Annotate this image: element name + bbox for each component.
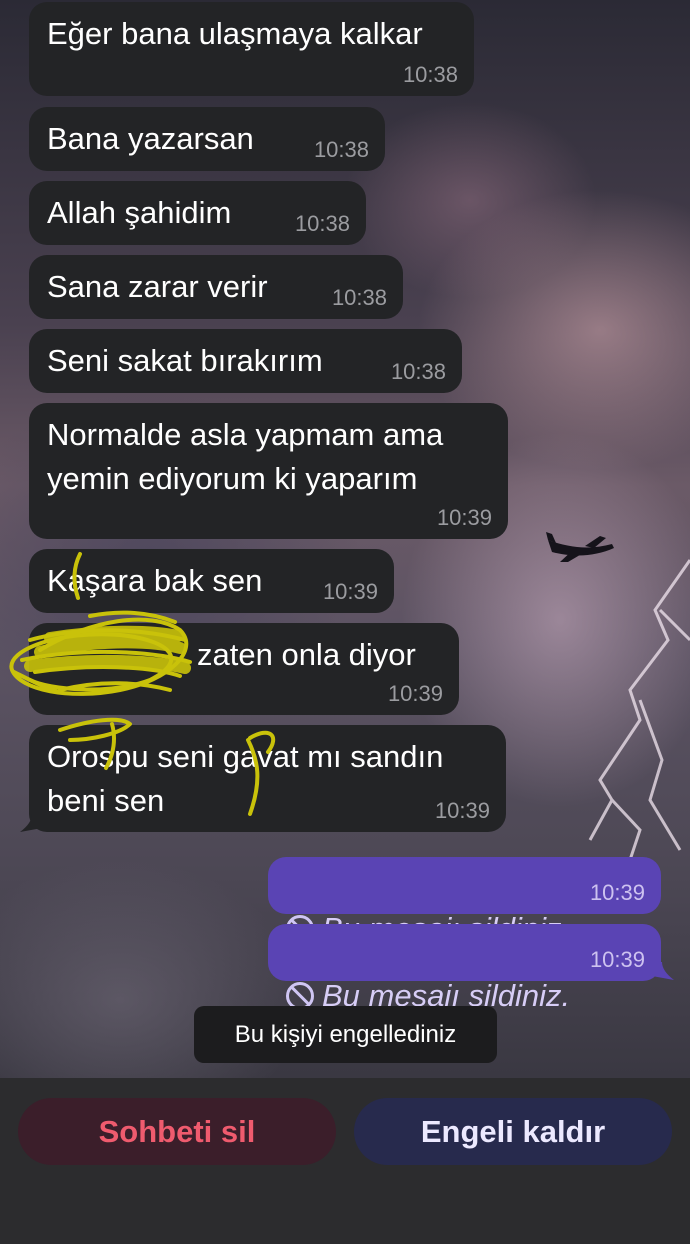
bubble-tail	[652, 962, 674, 980]
message-text: Eğer bana ulaşmaya kalkar	[47, 16, 423, 51]
message-time: 10:39	[436, 505, 492, 530]
incoming-message[interactable]: Eğer bana ulaşmaya kalkar 10:38	[29, 2, 474, 96]
blocked-notice: Bu kişiyi engellediniz	[194, 1006, 497, 1063]
message-time: 10:38	[294, 211, 350, 236]
message-time: 10:39	[322, 579, 378, 604]
message-time: 10:39	[387, 681, 443, 706]
incoming-message[interactable]: Kaşara bak sen 10:39	[29, 549, 394, 613]
incoming-message[interactable]: Orospu seni gavat mı sandın beni sen 10:…	[29, 725, 506, 832]
message-text: Seni sakat bırakırım	[47, 343, 323, 378]
bubble-tail	[20, 814, 38, 832]
message-time: 10:39	[589, 947, 645, 972]
outgoing-message[interactable]: Bu mesajı sildiniz. 10:39	[268, 857, 661, 946]
message-time: 10:38	[313, 137, 369, 162]
message-time: 10:38	[402, 62, 458, 87]
message-text: Orospu seni gavat mı sandın beni sen	[47, 739, 444, 818]
incoming-message[interactable]: zaten onla diyor 10:39	[29, 623, 459, 715]
incoming-message[interactable]: Allah şahidim 10:38	[29, 181, 366, 245]
message-text: Bu mesajı sildiniz.	[286, 930, 643, 1018]
lightning-bolts	[588, 559, 690, 861]
outgoing-message[interactable]: Bu mesajı sildiniz. 10:39	[268, 924, 661, 1013]
delete-chat-button[interactable]: Sohbeti sil	[18, 1098, 336, 1165]
message-text: Normalde asla yapmam ama yemin ediyorum …	[47, 417, 444, 496]
message-time: 10:38	[331, 285, 387, 310]
airplane-silhouette	[546, 532, 614, 562]
incoming-message[interactable]: Sana zarar verir 10:38	[29, 255, 403, 319]
message-time: 10:39	[434, 798, 490, 823]
blocked-action-bar: Sohbeti sil Engeli kaldır	[0, 1078, 690, 1244]
incoming-message[interactable]: Bana yazarsan 10:38	[29, 107, 385, 171]
incoming-message[interactable]: Normalde asla yapmam ama yemin ediyorum …	[29, 403, 508, 539]
message-text: zaten onla diyor	[197, 637, 416, 672]
incoming-message[interactable]: Seni sakat bırakırım 10:38	[29, 329, 462, 393]
message-time: 10:39	[589, 880, 645, 905]
message-time: 10:38	[390, 359, 446, 384]
unblock-button[interactable]: Engeli kaldır	[354, 1098, 672, 1165]
